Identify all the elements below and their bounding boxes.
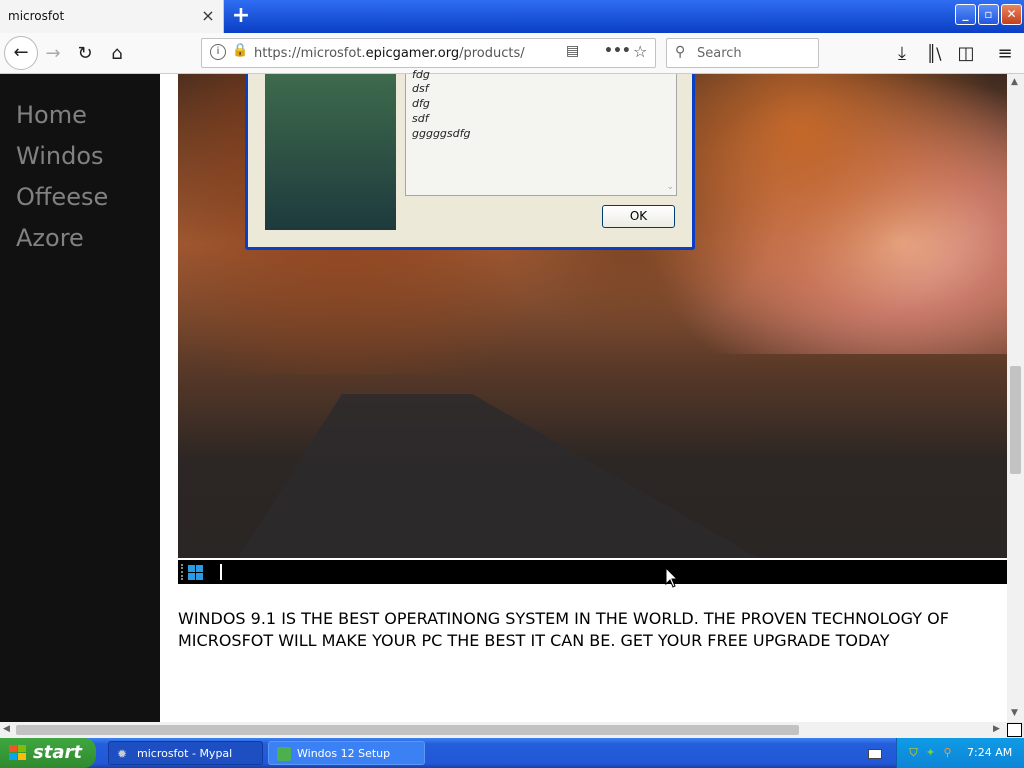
scrollbar-corner [1007,722,1024,738]
nav-link-windos[interactable]: Windos [16,142,104,170]
os-taskbar: start ✹ microsfot - Mypal Windos 12 Setu… [0,738,1024,768]
side-navigation: Home Windos Offeese Azore [0,74,160,722]
new-tab-button[interactable]: + [229,3,253,28]
library-icon[interactable]: ║\ [922,42,946,66]
search-icon: ⚲ [675,44,686,60]
horizontal-scrollbar[interactable]: ◀ ▶ [0,722,1007,738]
clock: 7:24 AM [967,746,1013,759]
vertical-scroll-thumb[interactable] [1010,366,1021,474]
nav-link-offeese[interactable]: Offeese [16,183,108,211]
grip-icon [181,564,184,580]
scroll-down-arrow-icon[interactable]: ▼ [1011,708,1018,718]
search-tray-icon[interactable]: ⚲ [941,746,954,759]
taskbar-item-setup[interactable]: Windos 12 Setup [268,741,425,765]
browser-tab[interactable]: microsfot × [0,0,224,33]
ok-button[interactable]: OK [602,205,675,228]
back-arrow-icon[interactable]: ← [4,36,38,70]
url-bar[interactable]: i 🔒 https://microsfot.epicgamer.org/prod… [201,38,656,68]
url-prefix: https://microsfot. [254,46,366,61]
reload-icon[interactable]: ↻ [73,42,97,66]
mouse-cursor-icon [665,567,679,588]
sidebar-icon[interactable]: ◫ [954,42,978,66]
hero-road [238,394,758,558]
keyboard-icon[interactable] [868,749,882,759]
dialog-side-image [265,74,396,230]
home-icon[interactable]: ⌂ [105,42,129,66]
close-button[interactable]: ✕ [1001,4,1022,25]
scroll-up-arrow-icon[interactable]: ▲ [1011,77,1018,87]
list-item: dfg [412,97,430,110]
bookmark-star-icon[interactable]: ☆ [633,42,647,61]
url-domain: epicgamer.org [365,46,460,61]
promo-text: WINDOS 9.1 IS THE BEST OPERATINONG SYSTE… [178,609,949,650]
horizontal-scroll-thumb[interactable] [16,725,799,735]
taskbar-item-mypal[interactable]: ✹ microsfot - Mypal [108,741,263,765]
forward-arrow-icon[interactable]: → [41,42,65,66]
tab-title: microsfot [8,9,65,23]
reader-view-icon[interactable]: ▤ [566,43,579,59]
nav-link-home[interactable]: Home [16,101,87,129]
resize-box [1007,723,1022,737]
text-caret [220,564,222,580]
windows-logo-icon[interactable] [188,565,204,580]
search-input[interactable]: ⚲ Search [666,38,819,68]
setup-dialog: fdg dsf dfg sdf gggggsdfg ⌄ OK [245,68,695,250]
url-text[interactable]: https://microsfot.epicgamer.org/products… [254,46,525,61]
network-icon[interactable]: ✦ [924,746,937,759]
system-tray: ⛉ ✦ ⚲ 7:24 AM [896,738,1024,768]
list-item: sdf [412,112,429,125]
vertical-scrollbar[interactable]: ▲ ▼ [1007,74,1024,722]
menu-icon[interactable]: ≡ [993,42,1017,66]
tab-close-icon[interactable]: × [200,6,216,25]
info-icon[interactable]: i [210,44,226,60]
scroll-down-arrow-icon[interactable]: ⌄ [666,182,674,192]
taskbar-item-label: Windos 12 Setup [297,747,391,760]
minimize-button[interactable]: _ [955,4,976,25]
tab-strip: microsfot × + _ ▫ ✕ [0,0,1024,33]
embedded-taskbar [178,560,1007,584]
page-actions-icon[interactable]: ••• [604,43,631,59]
scroll-left-arrow-icon[interactable]: ◀ [3,724,10,734]
download-icon[interactable]: ⤓ [890,42,914,66]
list-item: fdg [412,68,430,81]
start-button[interactable]: start [0,738,96,768]
url-path: /products/ [459,46,525,61]
list-item: dsf [412,82,429,95]
windows-flag-icon [9,745,27,761]
navigation-toolbar: ← → ↻ ⌂ i 🔒 https://microsfot.epicgamer.… [0,33,1024,74]
list-item: gggggsdfg [412,127,471,140]
setup-icon [277,747,291,761]
search-placeholder: Search [697,46,742,61]
lock-warning-icon[interactable]: 🔒 [232,43,248,58]
maximize-button[interactable]: ▫ [978,4,999,25]
scroll-right-arrow-icon[interactable]: ▶ [993,724,1000,734]
start-label: start [33,742,82,763]
taskbar-item-label: microsfot - Mypal [137,747,233,760]
nav-link-azore[interactable]: Azore [16,224,84,252]
dialog-list-box[interactable]: fdg dsf dfg sdf gggggsdfg ⌄ [405,68,677,196]
security-shield-icon[interactable]: ⛉ [907,746,920,759]
mypal-icon: ✹ [117,747,128,761]
